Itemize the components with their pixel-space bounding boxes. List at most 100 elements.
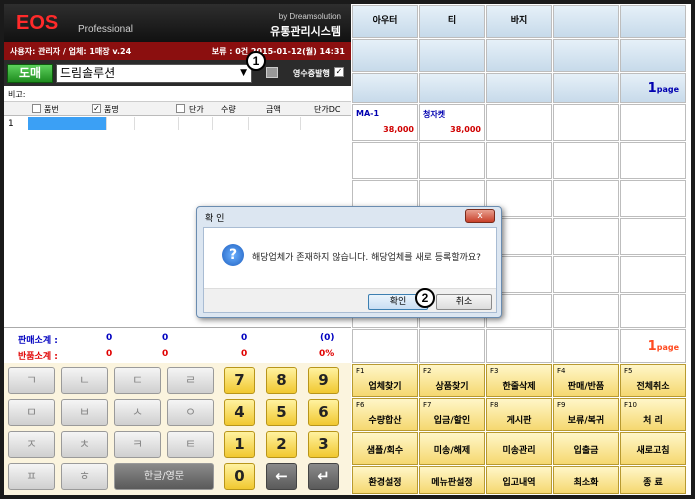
user-info: 사용자: 관리자 / 업체: 1매장 v.24: [10, 47, 132, 56]
refresh-button[interactable]: 새로고침: [620, 432, 686, 465]
return-amount: 0: [241, 349, 248, 359]
sale-dc: (0): [320, 333, 335, 343]
product-tile[interactable]: [486, 329, 552, 363]
key-siot[interactable]: ㅅ: [114, 399, 161, 426]
f6-sum-qty-button[interactable]: F6 수량합산: [352, 398, 418, 431]
key-pieup[interactable]: ㅍ: [8, 463, 55, 490]
dialog-close-button[interactable]: x: [465, 209, 495, 223]
minimize-button[interactable]: 최소화: [553, 466, 619, 494]
key-4[interactable]: 4: [224, 399, 255, 426]
key-5[interactable]: 5: [266, 399, 297, 426]
col-check-code[interactable]: [32, 104, 41, 113]
col-check-name[interactable]: ✓: [92, 104, 101, 113]
product-tile[interactable]: [553, 142, 619, 179]
product-tile[interactable]: [620, 256, 686, 293]
customer-select[interactable]: 드림솔루션 ▼: [56, 64, 252, 83]
f7-deposit-discount-button[interactable]: F7 입금/할인: [419, 398, 485, 431]
product-tile[interactable]: [553, 218, 619, 255]
key-bieup[interactable]: ㅂ: [61, 399, 108, 426]
f8-board-button[interactable]: F8 게시판: [486, 398, 552, 431]
key-1[interactable]: 1: [224, 431, 255, 458]
key-kieuk[interactable]: ㅋ: [114, 431, 161, 458]
product-tile[interactable]: [486, 104, 552, 141]
product-tile[interactable]: [419, 142, 485, 179]
f3-delete-line-button[interactable]: F3 한줄삭제: [486, 364, 552, 397]
key-8[interactable]: 8: [266, 367, 297, 394]
key-ieung[interactable]: ㅇ: [167, 399, 214, 426]
key-giyeok[interactable]: ㄱ: [8, 367, 55, 394]
f9-hold-restore-button[interactable]: F9 보류/복귀: [553, 398, 619, 431]
product-tile[interactable]: [620, 104, 686, 141]
product-tile[interactable]: [620, 180, 686, 217]
product-tile[interactable]: [486, 142, 552, 179]
category-empty[interactable]: [553, 5, 619, 38]
category-pants[interactable]: 바지: [486, 5, 552, 38]
lang-toggle-button[interactable]: 한글/영문: [114, 463, 214, 490]
key-digeut[interactable]: ㄷ: [114, 367, 161, 394]
f5-cancel-all-button[interactable]: F5 전체취소: [620, 364, 686, 397]
sample-recall-button[interactable]: 샘플/회수: [352, 432, 418, 465]
category-empty[interactable]: [620, 39, 686, 72]
sale-type-button[interactable]: 도매: [7, 64, 53, 83]
active-cell[interactable]: [28, 117, 106, 130]
category-empty[interactable]: [352, 39, 418, 72]
monitor-icon[interactable]: [266, 67, 278, 78]
remarks-field[interactable]: 비고:: [4, 86, 351, 102]
f4-sale-return-button[interactable]: F4 판매/반품: [553, 364, 619, 397]
settings-button[interactable]: 환경설정: [352, 466, 418, 494]
product-tile[interactable]: 청자켓 38,000: [419, 104, 485, 141]
category-empty[interactable]: [352, 73, 418, 103]
menu-settings-button[interactable]: 메뉴판설정: [419, 466, 485, 494]
product-tile[interactable]: [352, 329, 418, 363]
product-tile[interactable]: [553, 329, 619, 363]
unsent-manage-button[interactable]: 미송관리: [486, 432, 552, 465]
product-tile[interactable]: [620, 142, 686, 179]
key-mieum[interactable]: ㅁ: [8, 399, 55, 426]
category-outer[interactable]: 아우터: [352, 5, 418, 38]
product-page-indicator[interactable]: 1page: [620, 329, 686, 363]
receipt-checkbox[interactable]: ✓: [334, 67, 344, 77]
key-2[interactable]: 2: [266, 431, 297, 458]
key-hieut[interactable]: ㅎ: [61, 463, 108, 490]
exit-button[interactable]: 종 료: [620, 466, 686, 494]
key-rieul[interactable]: ㄹ: [167, 367, 214, 394]
unsent-release-button[interactable]: 미송/해제: [419, 432, 485, 465]
key-6[interactable]: 6: [308, 399, 339, 426]
product-tile[interactable]: [553, 104, 619, 141]
product-tile[interactable]: [553, 294, 619, 328]
enter-key[interactable]: ↵: [308, 463, 339, 490]
chevron-down-icon[interactable]: ▼: [240, 65, 247, 82]
f1-customer-search-button[interactable]: F1 업체찾기: [352, 364, 418, 397]
category-page-indicator[interactable]: 1page: [620, 73, 686, 103]
receiving-history-button[interactable]: 입고내역: [486, 466, 552, 494]
category-empty[interactable]: [553, 73, 619, 103]
key-tieut[interactable]: ㅌ: [167, 431, 214, 458]
product-tile[interactable]: [553, 256, 619, 293]
f2-product-search-button[interactable]: F2 상품찾기: [419, 364, 485, 397]
product-tile[interactable]: [620, 294, 686, 328]
category-empty[interactable]: [553, 39, 619, 72]
key-0[interactable]: 0: [224, 463, 255, 490]
product-tile[interactable]: [419, 329, 485, 363]
key-jieut[interactable]: ㅈ: [8, 431, 55, 458]
key-3[interactable]: 3: [308, 431, 339, 458]
product-tile[interactable]: [620, 218, 686, 255]
key-9[interactable]: 9: [308, 367, 339, 394]
product-tile[interactable]: [553, 180, 619, 217]
backspace-key[interactable]: ←: [266, 463, 297, 490]
category-empty[interactable]: [486, 73, 552, 103]
key-chieut[interactable]: ㅊ: [61, 431, 108, 458]
cancel-button[interactable]: 취소: [436, 294, 492, 310]
cash-inout-button[interactable]: 입출금: [553, 432, 619, 465]
key-nieun[interactable]: ㄴ: [61, 367, 108, 394]
key-7[interactable]: 7: [224, 367, 255, 394]
product-tile[interactable]: [352, 142, 418, 179]
f10-process-button[interactable]: F10 처 리: [620, 398, 686, 431]
category-tee[interactable]: 티: [419, 5, 485, 38]
category-empty[interactable]: [486, 39, 552, 72]
col-check-price[interactable]: [176, 104, 185, 113]
category-empty[interactable]: [419, 73, 485, 103]
product-tile[interactable]: MA-1 38,000: [352, 104, 418, 141]
category-empty[interactable]: [419, 39, 485, 72]
category-empty[interactable]: [620, 5, 686, 38]
